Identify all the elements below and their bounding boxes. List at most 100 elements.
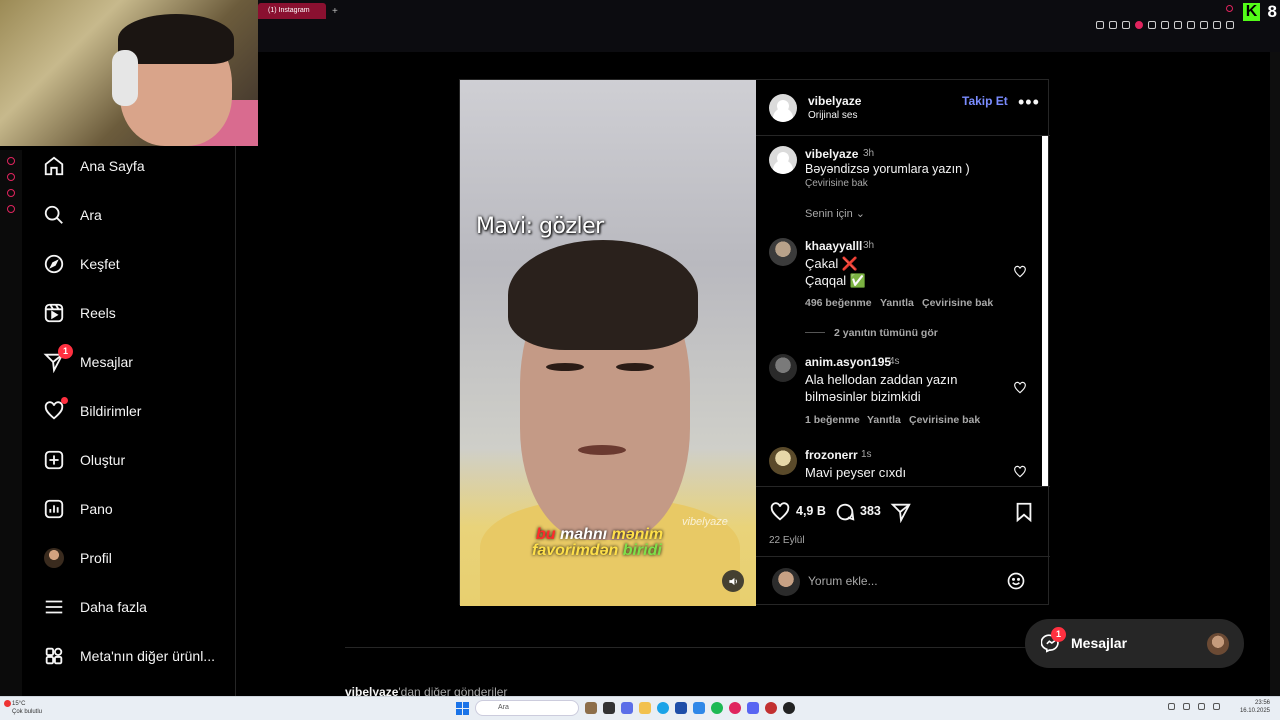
reply-button[interactable]: Yanıtla xyxy=(867,414,901,426)
mute-button[interactable] xyxy=(722,570,744,592)
weather-widget[interactable]: 15°C Çok bulutlu xyxy=(4,700,42,716)
view-replies-button[interactable]: 2 yanıtın tümünü gör xyxy=(834,327,938,339)
start-icon[interactable] xyxy=(456,701,469,715)
sidebar-item-explore[interactable]: Keşfet xyxy=(42,250,120,278)
comment-avatar[interactable] xyxy=(769,238,797,266)
like-icon[interactable] xyxy=(769,501,791,523)
sidebar-item-label: Meta'nın diğer ürünl... xyxy=(80,648,215,664)
comment-username[interactable]: khaayyalll xyxy=(805,239,862,253)
opera-icon[interactable] xyxy=(729,702,741,714)
author-avatar[interactable] xyxy=(769,94,797,122)
app-icon[interactable] xyxy=(783,702,795,714)
messages-pill-badge: 1 xyxy=(1051,627,1066,642)
panel-icon[interactable] xyxy=(7,189,15,197)
caption-username[interactable]: vibelyaze xyxy=(805,147,858,161)
caption-translate[interactable]: Çevirisine bak xyxy=(805,178,868,189)
clock-date: 16.10.2025 xyxy=(1239,708,1270,714)
home-icon xyxy=(42,154,66,178)
kick-logo-icon: K xyxy=(1243,3,1260,21)
more-options-icon[interactable]: ••• xyxy=(1018,92,1040,113)
comment-likes[interactable]: 496 beğenme xyxy=(805,297,872,309)
sidebar-item-messages[interactable]: 1 Mesajlar xyxy=(42,344,133,376)
video-mouth xyxy=(578,445,626,455)
spotify-icon[interactable] xyxy=(711,702,723,714)
file-explorer-icon[interactable] xyxy=(639,702,651,714)
reply-button[interactable]: Yanıtla xyxy=(880,297,914,309)
author-username[interactable]: vibelyaze xyxy=(808,94,861,108)
store-icon[interactable] xyxy=(675,702,687,714)
sidebar-item-profile[interactable]: Profil xyxy=(42,544,112,572)
zoom-icon[interactable] xyxy=(1096,21,1104,29)
sidebar-item-create[interactable]: Oluştur xyxy=(42,446,125,474)
new-tab-button[interactable]: + xyxy=(332,6,338,17)
snapshot-icon[interactable] xyxy=(1122,21,1130,29)
comment-text: bilməsinlər bizimkidi xyxy=(805,389,921,404)
wifi-icon[interactable] xyxy=(1198,703,1205,710)
tab-instagram[interactable]: (1) Instagram xyxy=(258,3,326,19)
comment-username[interactable]: anim.asyon195 xyxy=(805,355,891,369)
app-icon[interactable] xyxy=(621,702,633,714)
task-view-icon[interactable] xyxy=(603,702,615,714)
share-icon[interactable] xyxy=(890,501,912,523)
taskbar-clock[interactable]: 23:56 16.10.2025 xyxy=(1240,699,1270,715)
chat-icon[interactable] xyxy=(1187,21,1195,29)
record-icon[interactable] xyxy=(1135,21,1143,29)
tray-chevron-icon[interactable] xyxy=(1168,703,1175,710)
sidebar-item-meta[interactable]: Meta'nın diğer ürünl... xyxy=(42,642,215,670)
sidebar-item-home[interactable]: Ana Sayfa xyxy=(42,152,145,180)
taskbar-apps: Ara xyxy=(456,700,795,716)
scrollbar[interactable] xyxy=(1270,52,1280,696)
comment-icon[interactable] xyxy=(834,501,856,523)
comment-input[interactable]: Yorum ekle... xyxy=(808,574,878,588)
messages-floating-button[interactable]: 1 Mesajlar xyxy=(1025,619,1244,668)
sidebar-item-reels[interactable]: Reels xyxy=(42,299,116,327)
comment-like-icon[interactable] xyxy=(1013,465,1027,479)
like-count[interactable]: 4,9 B xyxy=(796,504,826,518)
mail-icon[interactable] xyxy=(693,702,705,714)
video-eye xyxy=(546,363,584,371)
comment-avatar[interactable] xyxy=(769,447,797,475)
tray-icon[interactable] xyxy=(1183,703,1190,710)
app-icon[interactable] xyxy=(765,702,777,714)
wallet-icon[interactable] xyxy=(1200,21,1208,29)
sidebar-item-label: Reels xyxy=(80,305,116,321)
audio-label[interactable]: Orijinal ses xyxy=(808,110,857,121)
sidebar-item-more[interactable]: Daha fazla xyxy=(42,593,147,621)
bookmark-icon[interactable] xyxy=(1161,21,1169,29)
panel-icon[interactable] xyxy=(7,205,15,213)
comment-like-icon[interactable] xyxy=(1013,265,1027,279)
translate-link[interactable]: Çevirisine bak xyxy=(909,414,980,426)
sidebar-item-label: Mesajlar xyxy=(80,354,133,370)
comment-like-icon[interactable] xyxy=(1013,381,1027,395)
taskbar-search[interactable]: Ara xyxy=(475,700,579,716)
caption-avatar[interactable] xyxy=(769,146,797,174)
panel-icon[interactable] xyxy=(7,157,15,165)
edge-icon[interactable] xyxy=(657,702,669,714)
play-icon[interactable] xyxy=(1148,21,1156,29)
comment-avatar[interactable] xyxy=(769,354,797,382)
discord-icon[interactable] xyxy=(747,702,759,714)
translate-link[interactable]: Çevirisine bak xyxy=(922,297,993,309)
widgets-icon[interactable] xyxy=(585,702,597,714)
volume-icon[interactable] xyxy=(1213,703,1220,710)
comment-username[interactable]: frozonerr xyxy=(805,448,858,462)
post-modal: Mavi: gözler vibelyaze bu mahnı mənim fa… xyxy=(459,79,1050,606)
comment-likes[interactable]: 1 beğenme xyxy=(805,414,860,426)
comments-scrollbar[interactable] xyxy=(1042,136,1048,486)
heart-icon[interactable] xyxy=(1174,21,1182,29)
download-icon[interactable] xyxy=(1213,21,1221,29)
video-watermark: vibelyaze xyxy=(682,516,728,528)
sidebar-item-dashboard[interactable]: Pano xyxy=(42,495,113,523)
follow-button[interactable]: Takip Et xyxy=(962,94,1008,108)
webcam-overlay xyxy=(0,0,258,146)
sidebar-item-search[interactable]: Ara xyxy=(42,201,102,229)
emoji-icon[interactable] xyxy=(1006,571,1026,591)
menu-icon[interactable] xyxy=(1226,21,1234,29)
sidebar-item-notifications[interactable]: Bildirimler xyxy=(42,397,141,425)
panel-icon[interactable] xyxy=(7,173,15,181)
pin-icon[interactable] xyxy=(1109,21,1117,29)
direct-icon: 1 xyxy=(42,344,73,374)
save-icon[interactable] xyxy=(1014,501,1034,523)
reel-video[interactable]: Mavi: gözler vibelyaze bu mahnı mənim fa… xyxy=(460,80,756,606)
sort-dropdown[interactable]: Senin için ⌄ xyxy=(805,207,865,220)
